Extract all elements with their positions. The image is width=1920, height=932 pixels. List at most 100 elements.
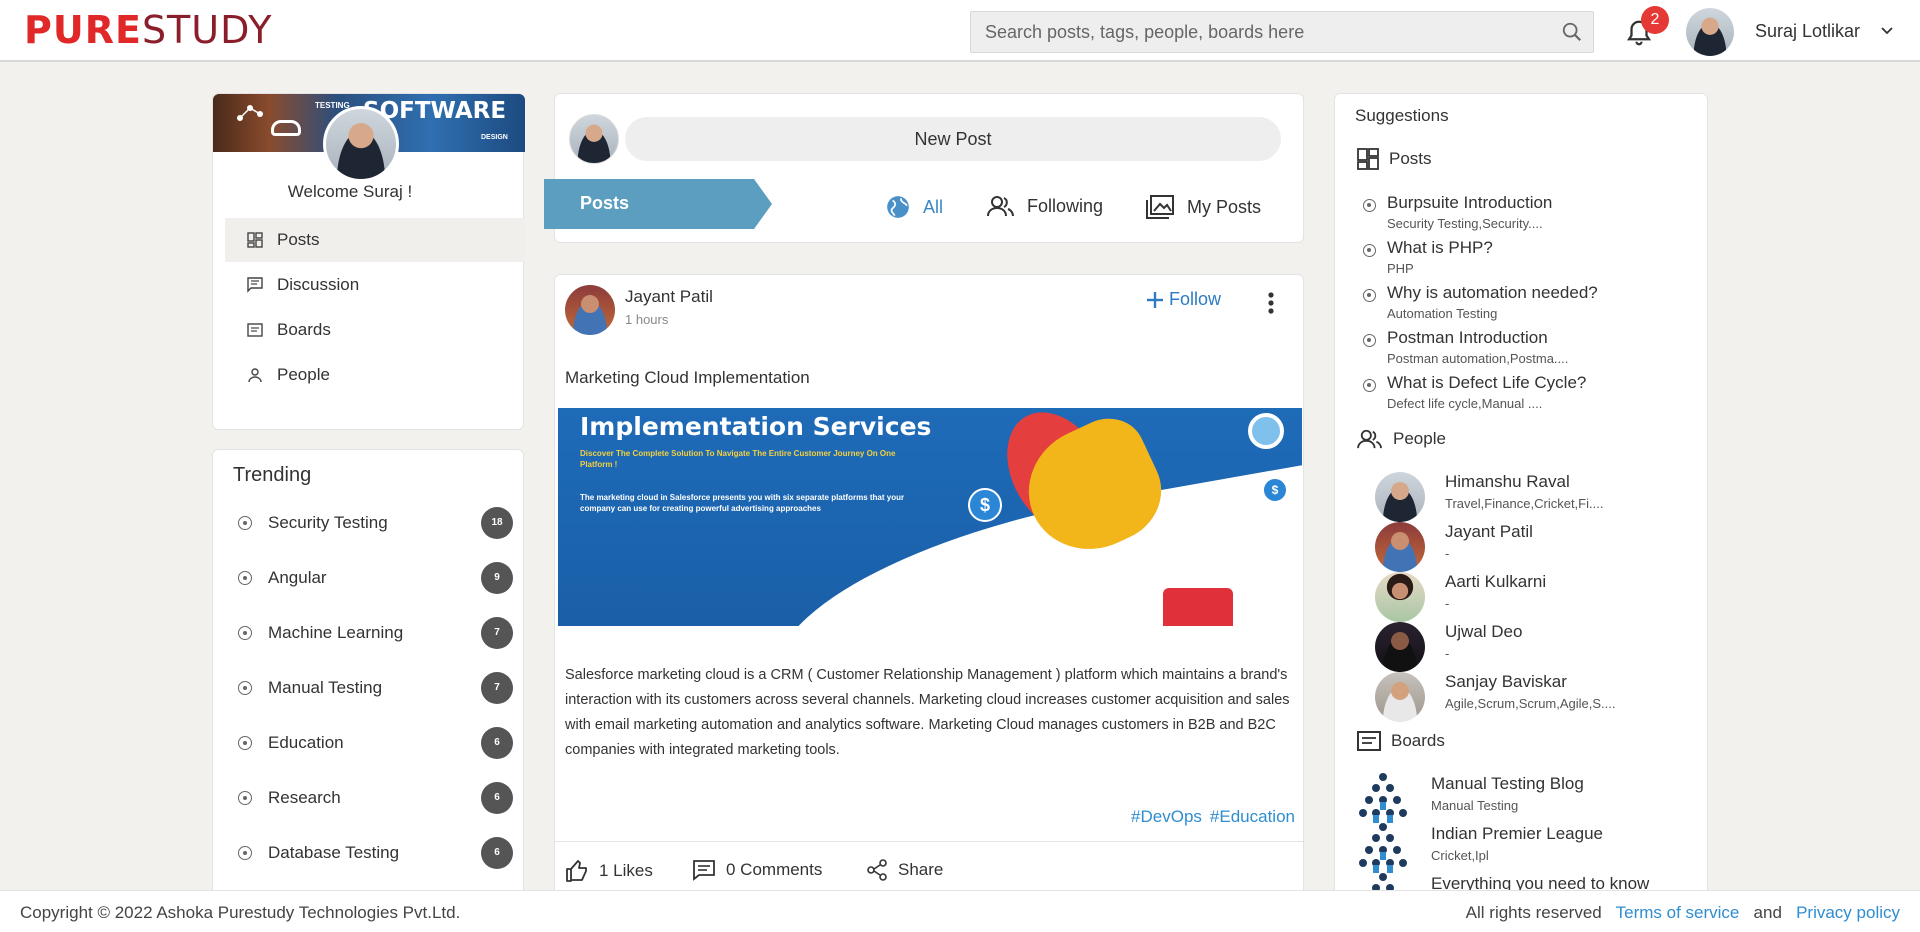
chevron-down-icon[interactable]: [1880, 24, 1894, 38]
search-box: [970, 11, 1594, 53]
comment-icon: [693, 860, 715, 881]
comments-count: 0 Comments: [726, 860, 823, 879]
more-options-icon[interactable]: [1267, 291, 1275, 315]
nav-item-discussion[interactable]: Discussion: [225, 263, 525, 307]
trend-item[interactable]: Security Testing 18: [233, 507, 513, 539]
like-button[interactable]: 1 Likes: [565, 859, 653, 883]
posts-tab[interactable]: [544, 179, 772, 229]
comment-button[interactable]: 0 Comments: [692, 859, 822, 881]
new-post-button[interactable]: New Post: [625, 117, 1281, 161]
dashboard-icon: [1357, 148, 1379, 170]
suggested-post-tags: PHP: [1387, 261, 1414, 276]
person-interests: -: [1445, 596, 1450, 611]
post-timestamp: 1 hours: [625, 312, 669, 327]
person-name: Ujwal Deo: [1445, 622, 1523, 641]
suggested-board[interactable]: Manual Testing Blog Manual Testing: [1357, 772, 1687, 823]
radio-dot-icon: [1363, 244, 1376, 257]
radio-dot-icon: [238, 736, 252, 750]
filter-my-posts[interactable]: My Posts: [1145, 194, 1261, 220]
trend-label: Education: [268, 733, 344, 752]
suggested-post-title: Why is automation needed?: [1387, 283, 1598, 302]
search-icon[interactable]: [1561, 21, 1583, 43]
person-name: Sanjay Baviskar: [1445, 672, 1567, 691]
image-subheading: Discover The Complete Solution To Naviga…: [580, 449, 896, 469]
suggested-person[interactable]: Ujwal Deo -: [1375, 622, 1675, 672]
people-icon: [1357, 429, 1382, 449]
logo-part-2: STUDY: [141, 8, 273, 52]
trend-label: Manual Testing: [268, 678, 383, 697]
nav-item-label: Posts: [277, 230, 320, 249]
trend-count-badge: 6: [481, 782, 513, 814]
post-author-name[interactable]: Jayant Patil: [625, 287, 713, 307]
profile-card: TESTING SOFTWARE DESIGN Welcome Suraj ! …: [212, 93, 525, 430]
tag-link[interactable]: #Education: [1210, 807, 1295, 826]
suggested-post-tags: Security Testing,Security....: [1387, 216, 1543, 231]
post-author-avatar[interactable]: [565, 285, 615, 335]
play-box-shape: [1163, 588, 1233, 626]
share-button[interactable]: Share: [866, 859, 943, 881]
nav-item-label: People: [277, 365, 330, 384]
follow-label: Follow: [1169, 289, 1222, 309]
profile-avatar[interactable]: [323, 106, 399, 182]
suggested-board[interactable]: Indian Premier League Cricket,Ipl: [1357, 822, 1687, 873]
tag-link[interactable]: #DevOps: [1131, 807, 1202, 826]
plus-icon: [1147, 291, 1163, 308]
nav-item-boards[interactable]: Boards: [225, 308, 525, 352]
radio-dot-icon: [1363, 379, 1376, 392]
suggestions-card: Suggestions Posts Burpsuite Introduction…: [1334, 93, 1708, 932]
person-avatar: [1375, 572, 1425, 622]
team-pyramid-icon: [1359, 773, 1407, 823]
suggested-person[interactable]: Himanshu Raval Travel,Finance,Cricket,Fi.…: [1375, 472, 1675, 522]
filter-my-posts-label: My Posts: [1187, 196, 1262, 217]
share-label: Share: [898, 860, 944, 879]
board-tags: Cricket,Ipl: [1431, 848, 1489, 863]
filter-all[interactable]: All: [885, 194, 943, 220]
suggested-person[interactable]: Sanjay Baviskar Agile,Scrum,Scrum,Agile,S…: [1375, 672, 1675, 722]
filter-following[interactable]: Following: [987, 194, 1103, 218]
welcome-text: Welcome Suraj !: [287, 182, 413, 201]
notification-badge[interactable]: 2: [1641, 6, 1669, 34]
divider: [555, 841, 1305, 842]
privacy-link[interactable]: Privacy policy: [1796, 903, 1900, 922]
radio-dot-icon: [238, 626, 252, 640]
trend-count-badge: 9: [481, 562, 513, 594]
trend-label: Machine Learning: [268, 623, 404, 642]
people-icon: [987, 196, 1014, 217]
suggested-posts-heading: Posts: [1357, 148, 1432, 170]
trend-item[interactable]: Angular 9: [233, 562, 513, 594]
trend-item[interactable]: Manual Testing 7: [233, 672, 513, 704]
radio-dot-icon: [1363, 334, 1376, 347]
terms-link[interactable]: Terms of service: [1616, 903, 1740, 922]
person-name: Aarti Kulkarni: [1445, 572, 1547, 591]
post-body: Salesforce marketing cloud is a CRM ( Cu…: [565, 667, 1290, 758]
footer: Copyright © 2022 Ashoka Purestudy Techno…: [0, 890, 1920, 932]
person-interests: -: [1445, 646, 1450, 661]
network-icon: [237, 105, 263, 121]
trend-item[interactable]: Education 6: [233, 727, 513, 759]
search-input[interactable]: [985, 12, 1545, 52]
post-image[interactable]: $ $ Implementation Services Discover The…: [558, 408, 1302, 626]
trend-count-badge: 6: [481, 727, 513, 759]
follow-button[interactable]: Follow: [1145, 289, 1221, 310]
user-name[interactable]: Suraj Lotlikar: [1755, 21, 1860, 42]
filter-all-label: All: [923, 196, 944, 217]
nav-item-people[interactable]: People: [225, 353, 525, 397]
suggested-people-heading: People: [1357, 428, 1446, 450]
magnifier-icon: [1248, 413, 1284, 449]
person-name: Himanshu Raval: [1445, 472, 1570, 491]
person-icon: [248, 368, 262, 383]
radio-dot-icon: [238, 846, 252, 860]
suggested-post-title: Burpsuite Introduction: [1387, 193, 1553, 212]
post-title[interactable]: Marketing Cloud Implementation: [565, 368, 810, 388]
logo[interactable]: PURESTUDY: [24, 8, 272, 52]
suggested-person[interactable]: Aarti Kulkarni -: [1375, 572, 1675, 622]
user-avatar[interactable]: [1686, 8, 1734, 56]
trend-item[interactable]: Research 6: [233, 782, 513, 814]
suggested-person[interactable]: Jayant Patil -: [1375, 522, 1675, 572]
trend-item[interactable]: Database Testing 6: [233, 837, 513, 869]
trend-item[interactable]: Machine Learning 7: [233, 617, 513, 649]
nav-item-posts[interactable]: Posts: [225, 218, 525, 262]
trend-count-badge: 6: [481, 837, 513, 869]
radio-dot-icon: [1363, 289, 1376, 302]
nav-item-label: Discussion: [277, 275, 360, 294]
